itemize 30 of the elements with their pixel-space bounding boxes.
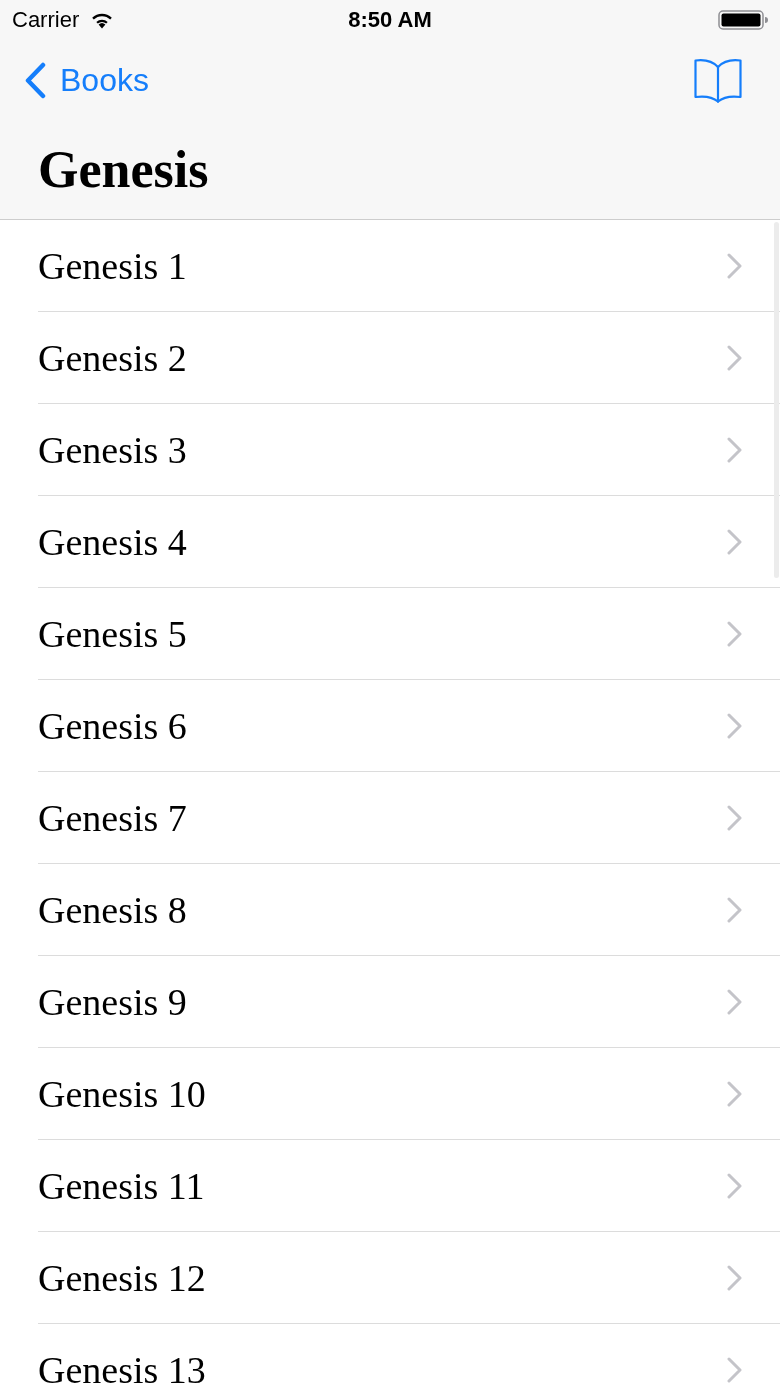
chevron-right-icon [727, 1356, 742, 1383]
chapter-row[interactable]: Genesis 6 [38, 680, 780, 772]
carrier-label: Carrier [12, 9, 80, 31]
chevron-right-icon [727, 528, 742, 555]
open-book-icon [694, 57, 742, 103]
chevron-right-icon [727, 252, 742, 279]
chapter-row[interactable]: Genesis 5 [38, 588, 780, 680]
chevron-left-icon [24, 61, 47, 99]
chevron-right-icon [727, 896, 742, 923]
chapter-row[interactable]: Genesis 10 [38, 1048, 780, 1140]
chevron-right-icon [727, 620, 742, 647]
chapter-row[interactable]: Genesis 9 [38, 956, 780, 1048]
chevron-right-icon [727, 1172, 742, 1199]
chapter-row[interactable]: Genesis 13 [38, 1324, 780, 1387]
back-button[interactable]: Books [24, 61, 149, 99]
chevron-right-icon [727, 988, 742, 1015]
bookmarks-button[interactable] [694, 57, 742, 103]
chevron-right-icon [727, 712, 742, 739]
battery-icon [718, 10, 768, 30]
chevron-right-icon [727, 436, 742, 463]
chevron-right-icon [727, 1080, 742, 1107]
chapter-row[interactable]: Genesis 8 [38, 864, 780, 956]
chevron-right-icon [727, 1264, 742, 1291]
chevron-right-icon [727, 804, 742, 831]
chevron-right-icon [727, 344, 742, 371]
chapter-row[interactable]: Genesis 12 [38, 1232, 780, 1324]
page-title: Genesis [38, 143, 209, 196]
status-time: 8:50 AM [348, 9, 432, 31]
chapter-row[interactable]: Genesis 11 [38, 1140, 780, 1232]
chapter-row[interactable]: Genesis 7 [38, 772, 780, 864]
